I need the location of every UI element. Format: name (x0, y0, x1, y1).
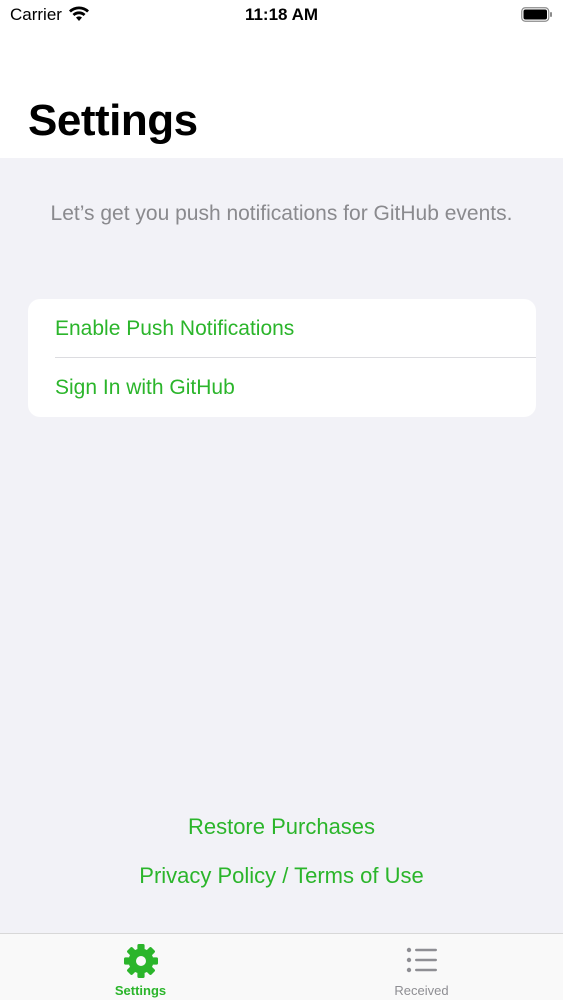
battery-icon (521, 7, 552, 22)
tab-settings-label: Settings (114, 983, 167, 998)
actions-group: Enable Push Notifications Sign In with G… (28, 299, 536, 417)
settings-screen: Carrier 11:18 AM Settings Let’s get you … (0, 0, 563, 1000)
status-bar: Carrier 11:18 AM (0, 0, 563, 30)
status-time: 11:18 AM (244, 5, 319, 24)
list-icon (406, 947, 437, 973)
navigation-header: Settings (0, 30, 563, 158)
intro-text: Let’s get you push notifications for Git… (50, 202, 513, 225)
gear-icon (123, 944, 158, 978)
tab-settings[interactable]: Settings (0, 934, 281, 1000)
restore-purchases-button[interactable]: Restore Purchases (0, 814, 563, 840)
enable-push-notifications-button[interactable]: Enable Push Notifications (28, 299, 536, 358)
tab-bar: Settings Received (0, 933, 563, 1000)
tab-received-label: Received (394, 983, 449, 998)
privacy-terms-link[interactable]: Privacy Policy / Terms of Use (0, 863, 563, 889)
sign-in-with-github-button[interactable]: Sign In with GitHub (28, 358, 536, 417)
page-title: Settings (28, 96, 198, 145)
tab-received[interactable]: Received (281, 934, 562, 1000)
